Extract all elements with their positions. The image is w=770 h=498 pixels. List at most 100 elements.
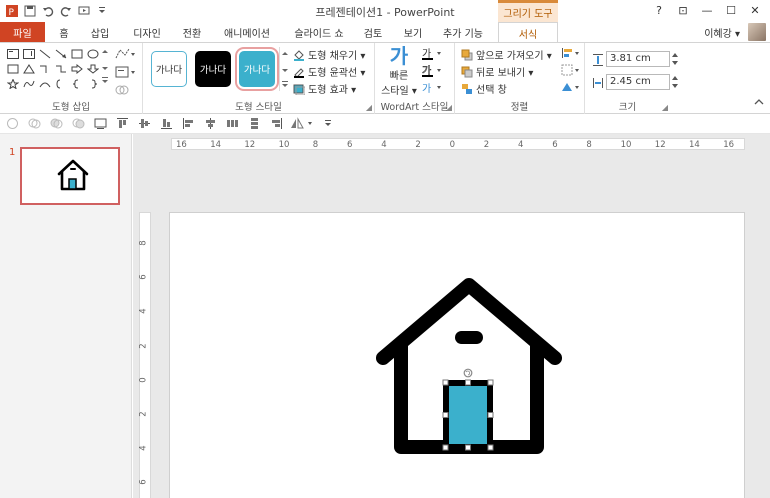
- ribbon-display-options-button[interactable]: ⊡: [672, 2, 694, 18]
- text-outline-icon[interactable]: 가: [421, 64, 445, 81]
- tab-format[interactable]: 서식: [498, 22, 558, 42]
- avatar[interactable]: [748, 23, 766, 41]
- bring-forward-icon: [461, 49, 473, 61]
- style-outline-blue[interactable]: 가나다: [151, 51, 187, 87]
- width-spinner[interactable]: [671, 74, 679, 93]
- wordart-launcher-icon[interactable]: ◢: [446, 103, 452, 112]
- slide-thumbnail[interactable]: [20, 147, 120, 205]
- group-objects-icon[interactable]: [561, 64, 581, 79]
- arc-shape-icon[interactable]: [38, 77, 52, 90]
- collapse-ribbon-icon[interactable]: [754, 98, 764, 109]
- distribute-horizontal-icon[interactable]: [226, 117, 239, 130]
- bracket-shape-icon[interactable]: [54, 77, 68, 90]
- edit-shape-icon[interactable]: [114, 47, 136, 64]
- height-icon: [592, 53, 604, 70]
- align-top-icon[interactable]: [116, 117, 129, 130]
- textbox-shape-icon[interactable]: [6, 47, 20, 60]
- text-fill-icon[interactable]: 가: [421, 47, 445, 64]
- elbow-connector-shape-icon[interactable]: [38, 62, 52, 75]
- merge-shapes-icon[interactable]: [114, 83, 136, 100]
- tab-insert[interactable]: 삽입: [84, 22, 116, 42]
- bring-forward-button[interactable]: 앞으로 가져오기 ▾: [461, 47, 552, 62]
- ruler-tick-label: 8: [138, 240, 149, 246]
- style-fill-cyan-selected[interactable]: 가나다: [239, 51, 275, 87]
- align-left-icon[interactable]: [182, 117, 195, 130]
- arrow-line-shape-icon[interactable]: [54, 47, 68, 60]
- align-middle-icon[interactable]: [138, 117, 151, 130]
- flip-dropdown-icon[interactable]: [290, 117, 316, 130]
- line-shape-icon[interactable]: [38, 47, 52, 60]
- shape-tool-4-icon[interactable]: [72, 117, 85, 130]
- toolbar-customize-icon[interactable]: [322, 117, 335, 130]
- horizontal-ruler: 16 14 12 10 8 6 4 2 0 2 4 6 8 10 12 14 16: [171, 138, 745, 150]
- ruler-tick-label: 4: [138, 445, 149, 451]
- tab-animations[interactable]: 애니메이션: [218, 22, 276, 42]
- align-center-icon[interactable]: [204, 117, 217, 130]
- curve-shape-icon[interactable]: [22, 77, 36, 90]
- draw-textbox-icon[interactable]: [114, 65, 136, 82]
- ruler-tick-label: 4: [518, 140, 524, 150]
- tab-design[interactable]: 디자인: [126, 22, 168, 42]
- ruler-tick-label: 12: [244, 140, 256, 150]
- minimize-button[interactable]: —: [696, 2, 718, 18]
- right-arrow-shape-icon[interactable]: [70, 62, 84, 75]
- house-icon: [376, 278, 562, 454]
- maximize-button[interactable]: ☐: [720, 2, 742, 18]
- oval-shape-icon[interactable]: [86, 47, 100, 60]
- vertical-textbox-shape-icon[interactable]: [22, 47, 36, 60]
- tab-home[interactable]: 홈: [52, 22, 76, 42]
- tab-add-ins[interactable]: 추가 기능: [436, 22, 490, 42]
- down-arrow-shape-icon[interactable]: [86, 62, 100, 75]
- slide-canvas[interactable]: [169, 212, 745, 498]
- style-fill-black[interactable]: 가나다: [195, 51, 231, 87]
- house-door-shape[interactable]: [443, 380, 493, 450]
- tab-file[interactable]: 파일: [0, 22, 45, 42]
- elbow-arrow-shape-icon[interactable]: [54, 62, 68, 75]
- align-bottom-icon[interactable]: [160, 117, 173, 130]
- align-right-icon[interactable]: [270, 117, 283, 130]
- tab-review[interactable]: 검토: [358, 22, 388, 42]
- rotation-handle-icon[interactable]: [463, 368, 473, 378]
- screenshot-icon[interactable]: [94, 117, 107, 130]
- align-icon[interactable]: [561, 47, 581, 62]
- triangle-shape-icon[interactable]: [22, 62, 36, 75]
- ribbon: 도형 삽입 가나다 가나다 가나다 도형 채우기 ▾ 도형 윤곽선 ▾ 도형 효…: [0, 42, 770, 115]
- tab-transitions[interactable]: 전환: [176, 22, 208, 42]
- ribbon-tabs: 파일 홈 삽입 디자인 전환 애니메이션 슬라이드 쇼 검토 보기 추가 기능 …: [0, 22, 770, 42]
- shape-effects-button[interactable]: 도형 효과 ▾: [293, 81, 356, 96]
- paint-bucket-icon: [293, 49, 305, 61]
- shape-fill-button[interactable]: 도형 채우기 ▾: [293, 47, 365, 62]
- tab-view[interactable]: 보기: [398, 22, 428, 42]
- rect-shape-icon[interactable]: [6, 62, 20, 75]
- brace-right-shape-icon[interactable]: [86, 77, 100, 90]
- ruler-tick-label: 4: [381, 140, 387, 150]
- send-backward-button[interactable]: 뒤로 보내기 ▾: [461, 64, 533, 79]
- shape-tool-2-icon[interactable]: [28, 117, 41, 130]
- distribute-vertical-icon[interactable]: [248, 117, 261, 130]
- brace-left-shape-icon[interactable]: [70, 77, 84, 90]
- shape-gallery-scroll[interactable]: [100, 47, 110, 91]
- shape-tool-3-icon[interactable]: [50, 117, 63, 130]
- tab-slideshow[interactable]: 슬라이드 쇼: [286, 22, 352, 42]
- shape-outline-button[interactable]: 도형 윤곽선 ▾: [293, 64, 365, 79]
- text-effects-icon[interactable]: 가: [421, 81, 445, 98]
- rectangle-shape-icon[interactable]: [70, 47, 84, 60]
- quick-styles-button[interactable]: 가 빠른 스타일 ▾: [381, 45, 417, 97]
- close-button[interactable]: ✕: [744, 2, 766, 18]
- shape-height-input[interactable]: 3.81 cm: [606, 51, 670, 67]
- ruler-tick-label: 6: [347, 140, 353, 150]
- style-gallery-scroll[interactable]: [279, 47, 289, 91]
- group-insert-shapes: 도형 삽입: [0, 43, 143, 115]
- group-label-size: 크기: [618, 102, 637, 113]
- shape-styles-launcher-icon[interactable]: ◢: [366, 103, 372, 112]
- shape-width-input[interactable]: 2.45 cm: [606, 74, 670, 90]
- user-name[interactable]: 이혜강 ▾: [704, 25, 740, 40]
- selection-pane-button[interactable]: 선택 창: [461, 81, 507, 96]
- rotate-icon[interactable]: [561, 81, 581, 96]
- house-window-shape[interactable]: [455, 331, 483, 344]
- star-shape-icon[interactable]: [6, 77, 20, 90]
- height-spinner[interactable]: [671, 51, 679, 70]
- help-button[interactable]: ?: [648, 2, 670, 18]
- shape-tool-1-icon[interactable]: [6, 117, 19, 130]
- size-launcher-icon[interactable]: ◢: [662, 103, 668, 112]
